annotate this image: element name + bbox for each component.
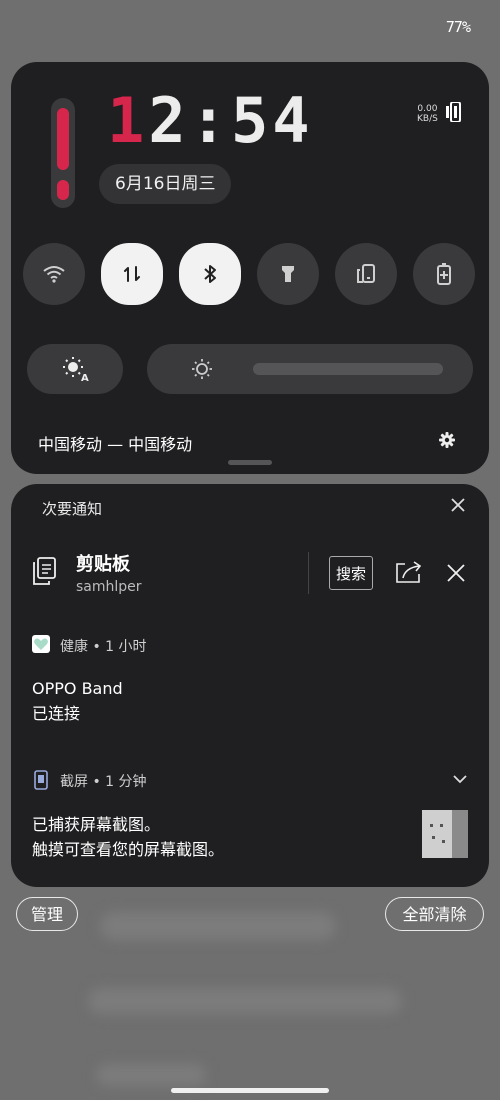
health-time: 1 小时	[105, 639, 147, 655]
flashlight-toggle[interactable]	[257, 243, 319, 305]
divider	[308, 552, 309, 594]
close-icon[interactable]	[447, 564, 465, 582]
screenshot-app-name: 截屏	[60, 774, 88, 790]
auto-brightness-icon: A	[63, 357, 89, 382]
wifi-icon	[43, 266, 65, 283]
health-notification-header: 健康 • 1 小时	[60, 636, 147, 656]
battery-saver-toggle[interactable]	[413, 243, 475, 305]
battery-saver-icon	[437, 263, 451, 285]
clipboard-icon	[33, 557, 56, 585]
separator-dot: •	[92, 774, 106, 790]
clock-first-digit: 1	[107, 84, 149, 157]
flashlight-icon	[282, 266, 294, 282]
thumbnail-dot	[442, 840, 445, 843]
background-blur	[96, 1064, 206, 1086]
date-chip[interactable]: 6月16日周三	[99, 164, 232, 204]
brightness-slider[interactable]	[147, 344, 473, 394]
thumbnail-shade	[452, 810, 468, 858]
svg-text:A: A	[81, 373, 89, 382]
net-speed-unit: KB/S	[417, 114, 438, 124]
mobile-data-icon	[124, 266, 140, 282]
wifi-toggle[interactable]	[23, 243, 85, 305]
bluetooth-icon	[204, 265, 216, 283]
battery-pill-indicator	[51, 98, 75, 208]
share-icon[interactable]	[395, 560, 423, 584]
health-line1: OPPO Band	[32, 679, 123, 698]
background-blur	[100, 912, 336, 940]
net-speed-value: 0.00	[417, 104, 438, 114]
chevron-down-icon[interactable]	[453, 774, 467, 784]
thumbnail-dot	[430, 824, 433, 827]
gear-icon[interactable]	[439, 432, 455, 448]
carrier-label: 中国移动 — 中国移动	[38, 435, 193, 454]
close-icon[interactable]	[451, 498, 465, 512]
clock[interactable]: 12:54	[107, 84, 314, 157]
screenshot-app-icon	[34, 770, 48, 790]
heart-icon	[34, 638, 48, 650]
auto-brightness-button[interactable]: A	[27, 344, 123, 394]
mobile-data-toggle[interactable]	[101, 243, 163, 305]
home-indicator[interactable]	[171, 1088, 329, 1093]
screenshot-line2: 触摸可查看您的屏幕截图。	[32, 840, 225, 859]
search-button[interactable]: 搜索	[329, 556, 373, 590]
battery-pill-segment	[57, 108, 69, 170]
clear-all-button[interactable]: 全部清除	[385, 897, 484, 931]
screenshot-thumbnail[interactable]	[422, 810, 468, 858]
net-speed: 0.00 KB/S	[417, 104, 438, 124]
quick-settings-panel: 12:54 6月16日周三 0.00 KB/S A 中国移动 — 中国移动	[11, 62, 489, 474]
bluetooth-toggle[interactable]	[179, 243, 241, 305]
drag-handle[interactable]	[228, 460, 272, 465]
screenshot-time: 1 分钟	[105, 774, 147, 790]
health-app-icon	[32, 635, 50, 653]
separator-dot: •	[92, 639, 106, 655]
health-app-name: 健康	[60, 639, 88, 655]
screen-cast-icon	[357, 264, 375, 283]
screenshot-notification-body[interactable]: 已捕获屏幕截图。 触摸可查看您的屏幕截图。	[32, 812, 224, 862]
battery-level: 77%	[445, 18, 471, 36]
background-blur	[88, 988, 402, 1014]
screen-cast-toggle[interactable]	[335, 243, 397, 305]
notification-panel: 次要通知 剪贴板 samhlper 搜索 健康 • 1 小时 OPPO Band…	[11, 484, 489, 887]
notification-section-title: 次要通知	[42, 500, 103, 518]
screenshot-line1: 已捕获屏幕截图。	[32, 815, 161, 834]
thumbnail-dot	[432, 836, 435, 839]
battery-pill-segment	[57, 180, 69, 200]
health-notification-body[interactable]: OPPO Band 已连接	[32, 676, 123, 726]
brightness-track[interactable]	[253, 363, 443, 375]
manage-button[interactable]: 管理	[16, 897, 78, 931]
clock-rest: 2:54	[148, 84, 314, 157]
screenshot-notification-header: 截屏 • 1 分钟	[60, 771, 147, 791]
brightness-icon	[192, 359, 212, 379]
phone-signal-icon	[446, 102, 461, 122]
thumbnail-dot	[440, 824, 443, 827]
clipboard-title: 剪贴板	[76, 554, 130, 575]
health-line2: 已连接	[32, 704, 81, 723]
clipboard-subtitle: samhlper	[76, 579, 142, 595]
